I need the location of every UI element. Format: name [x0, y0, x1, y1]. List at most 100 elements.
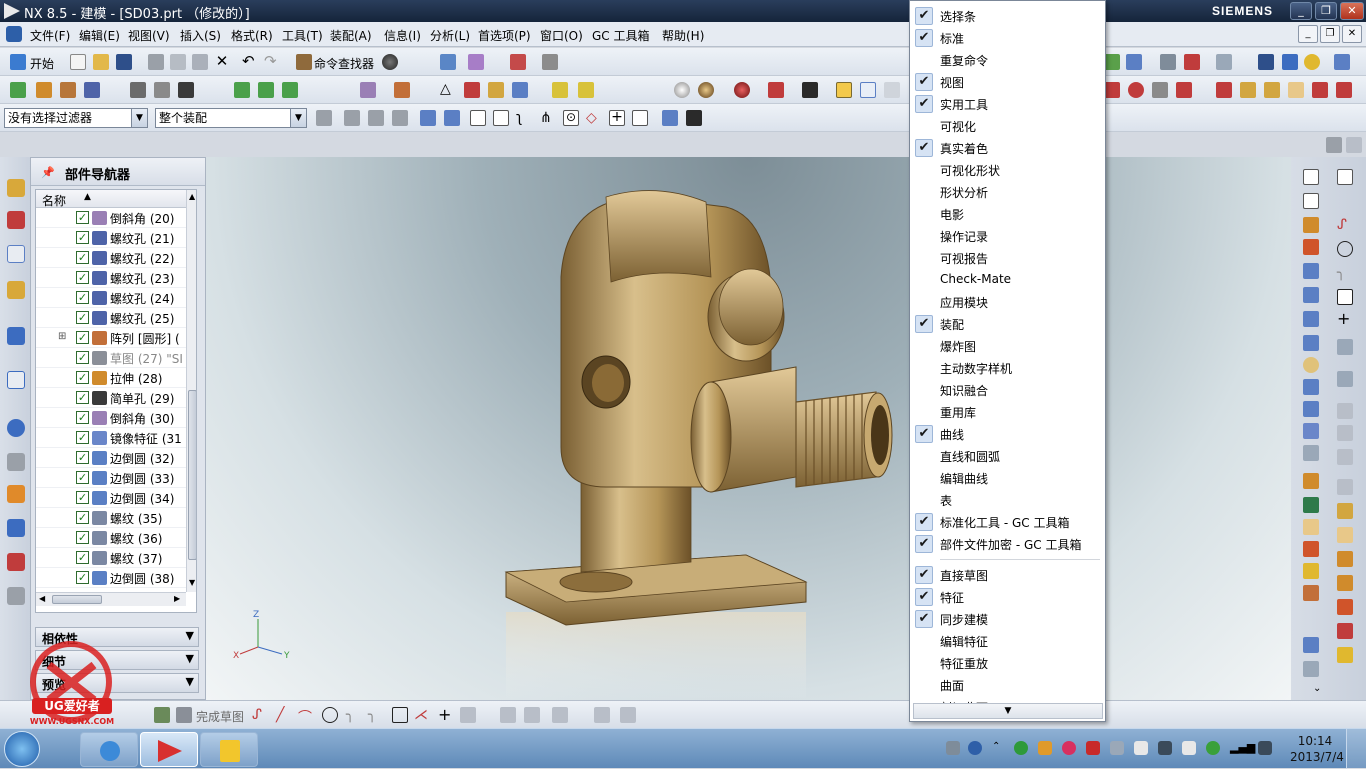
hscrollbar-thumb[interactable] [52, 595, 102, 604]
snap-midpoint-icon[interactable] [493, 110, 509, 126]
visibility-checkbox[interactable]: ✓ [76, 311, 89, 324]
boss-icon[interactable] [1303, 287, 1319, 303]
arc-tool-icon[interactable]: ⌒ [298, 707, 314, 726]
selection-mode-icon[interactable] [440, 54, 456, 70]
visibility-checkbox[interactable]: ✓ [76, 231, 89, 244]
menu-item[interactable]: 电影 [910, 203, 1105, 225]
constraint-sketch-icon[interactable] [594, 707, 610, 723]
tree-row[interactable]: ✓ 螺纹孔 (22) [36, 248, 186, 268]
offset-face-icon[interactable] [488, 82, 504, 98]
cut-icon[interactable] [148, 54, 164, 70]
sync-pull-face-icon[interactable] [1303, 497, 1319, 513]
snap-control-icon[interactable]: ʅ [516, 110, 532, 126]
tree-row[interactable]: ✓ 边倒圆 (33) [36, 468, 186, 488]
hd3d-tools-icon[interactable] [7, 327, 25, 345]
snap-intersection-icon[interactable]: ⋔ [540, 110, 556, 126]
gc-encrypt-icon[interactable] [1304, 54, 1320, 70]
offset-sketch-icon[interactable] [460, 707, 476, 723]
menu-item[interactable]: ✔ 同步建模 [910, 608, 1105, 630]
background-icon[interactable] [802, 82, 818, 98]
command-finder-button[interactable]: 命令查找器 [314, 55, 374, 72]
tray-usb-icon[interactable] [1110, 741, 1124, 755]
tree-row[interactable]: ✓ 螺纹孔 (23) [36, 268, 186, 288]
minimize-button[interactable]: _ [1290, 2, 1312, 20]
sync-copy-icon[interactable] [1337, 551, 1353, 567]
trim-body-icon[interactable] [464, 82, 480, 98]
select-face-icon[interactable] [420, 110, 436, 126]
tray-green-icon[interactable] [1206, 741, 1220, 755]
menu-item[interactable]: ✔ 装配 [910, 313, 1105, 335]
menu-item[interactable]: ✔ 特征 [910, 586, 1105, 608]
taskbar-clock[interactable]: 10:14 2013/7/4 [1290, 733, 1344, 765]
profile-tool-icon[interactable]: ᔑ [252, 707, 268, 723]
doc-restore-button[interactable]: ❐ [1320, 25, 1340, 43]
select-body-icon[interactable] [444, 110, 460, 126]
quick-extend-icon[interactable] [1337, 425, 1353, 441]
rectangle-tool-icon[interactable] [1337, 289, 1353, 305]
constraint-navigator-icon[interactable] [7, 211, 25, 229]
pattern-icon[interactable] [394, 82, 410, 98]
render-style-icon[interactable] [382, 54, 398, 70]
draft-right-icon[interactable] [1303, 423, 1319, 439]
graphics-window[interactable]: Z X Y [206, 157, 1291, 700]
save-icon[interactable] [116, 54, 132, 70]
tray-help-icon[interactable] [968, 741, 982, 755]
tree-row[interactable]: ✓ 镜像特征 (31 [36, 428, 186, 448]
menu-item[interactable]: ✔ 视图 [910, 71, 1105, 93]
feature-box-icon[interactable] [1303, 169, 1319, 185]
start-orb-icon[interactable] [4, 731, 40, 767]
filter-icon[interactable] [316, 110, 332, 126]
start-button[interactable]: 开始 [30, 55, 54, 72]
menu-item[interactable]: ✔ 真实着色 [910, 137, 1105, 159]
hole-right-icon[interactable] [1303, 263, 1319, 279]
circle-sketch-icon[interactable] [322, 707, 338, 723]
sync-cross-section-icon[interactable] [1337, 599, 1353, 615]
menu-item[interactable]: 可视化形状 [910, 159, 1105, 181]
taskbar-ie-button[interactable] [80, 732, 138, 767]
menu-analysis[interactable]: 分析(L) [430, 27, 470, 44]
trim-tool-icon[interactable] [1337, 403, 1353, 419]
circle-icon[interactable] [1128, 82, 1144, 98]
menu-item[interactable]: 重复命令 [910, 49, 1105, 71]
menu-format[interactable]: 格式(R) [231, 27, 273, 44]
feature-e-icon[interactable] [1336, 82, 1352, 98]
app-menu-icon[interactable] [6, 26, 22, 42]
visibility-checkbox[interactable]: ✓ [76, 411, 89, 424]
tree-row[interactable]: ✓ 草图 (27) "SI [36, 348, 186, 368]
tree-row[interactable]: ✓ 螺纹 (37) [36, 548, 186, 568]
auto-constraint-icon[interactable] [620, 707, 636, 723]
snap-quadrant-icon[interactable]: ◇ [586, 110, 602, 126]
sketch-rect-icon[interactable] [1337, 169, 1353, 185]
menu-item[interactable]: 爆炸图 [910, 335, 1105, 357]
menu-item[interactable]: ✔ 选择条 [910, 5, 1105, 27]
polygon-icon[interactable] [1152, 82, 1168, 98]
sync-move-face-icon[interactable] [1303, 473, 1319, 489]
scroll-right-icon[interactable]: ▶ [174, 594, 180, 603]
menu-file[interactable]: 文件(F) [30, 27, 70, 44]
tree-row[interactable]: ⊞ ✓ 阵列 [圆形] ( [36, 328, 186, 348]
sync-delete-icon[interactable] [1303, 541, 1319, 557]
tray-k-icon[interactable] [1014, 741, 1028, 755]
dimension-sketch-icon[interactable] [552, 707, 568, 723]
tree-row[interactable]: ✓ 螺纹 (36) [36, 528, 186, 548]
menu-help[interactable]: 帮助(H) [662, 27, 704, 44]
visibility-checkbox[interactable]: ✓ [76, 331, 89, 344]
reuse-library-icon[interactable] [7, 281, 25, 299]
trim-sketch-icon[interactable] [500, 707, 516, 723]
menu-item[interactable]: 应用模块 [910, 291, 1105, 313]
menu-window[interactable]: 窗口(O) [540, 27, 583, 44]
maximize-button[interactable]: ❐ [1315, 2, 1337, 20]
snap-endpoint-icon[interactable] [470, 110, 486, 126]
scroll-down-icon[interactable]: ▼ [189, 578, 195, 587]
doc-close-button[interactable]: ✕ [1342, 25, 1362, 43]
visibility-checkbox[interactable]: ✓ [76, 511, 89, 524]
profile-icon[interactable]: ᔑ [1337, 217, 1353, 233]
snap-icon[interactable] [468, 54, 484, 70]
snap-face-icon[interactable] [662, 110, 678, 126]
menu-item[interactable]: 直线和圆弧 [910, 445, 1105, 467]
new-file-icon[interactable] [70, 54, 86, 70]
menu-item[interactable]: 表 [910, 489, 1105, 511]
visibility-checkbox[interactable]: ✓ [76, 451, 89, 464]
feature-b-icon[interactable] [1264, 82, 1280, 98]
pad-icon[interactable] [1303, 335, 1319, 351]
